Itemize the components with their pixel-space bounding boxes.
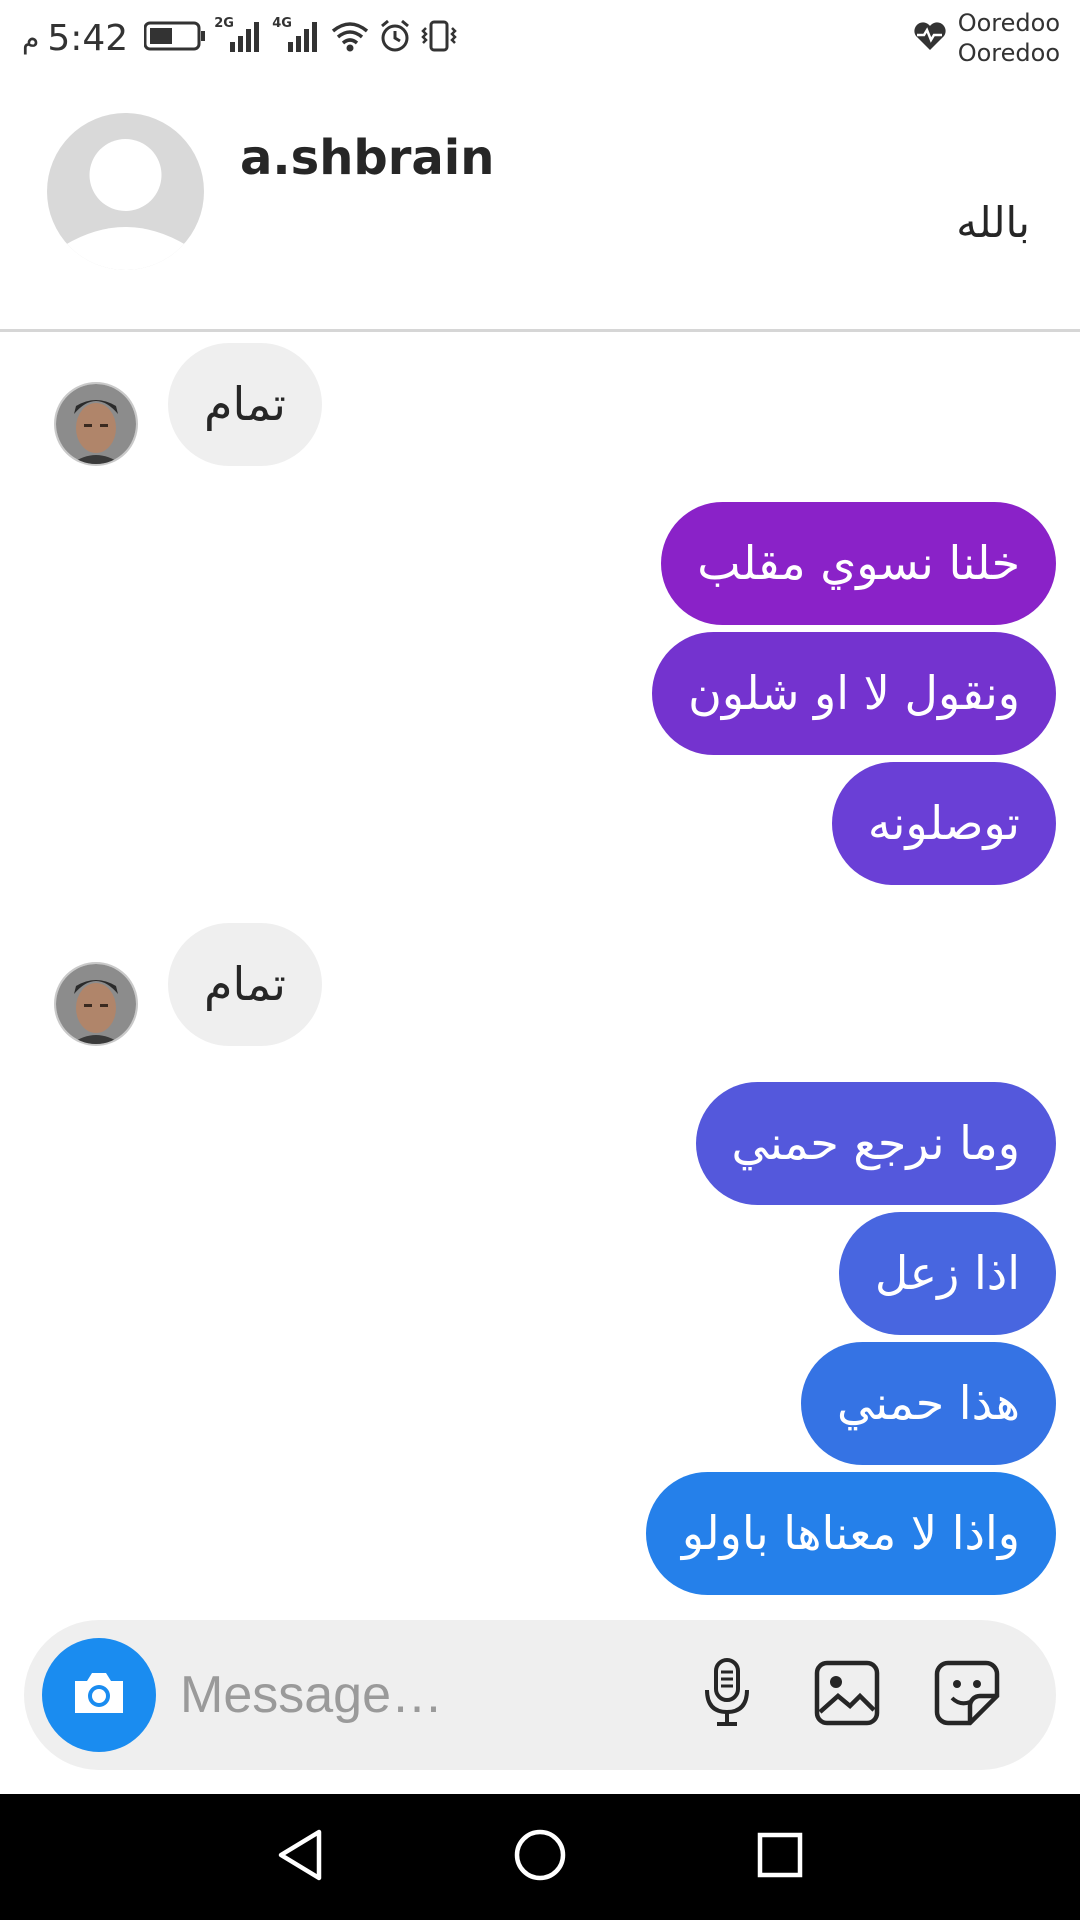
message-bubble-outgoing[interactable]: وما نرجع حمني <box>695 1082 1056 1205</box>
signal-2g-icon: 2G <box>214 16 264 58</box>
chat-username[interactable]: a.shbrain <box>240 130 494 186</box>
gallery-icon <box>814 1660 880 1730</box>
wifi-icon <box>330 19 370 57</box>
camera-icon <box>71 1669 127 1721</box>
microphone-icon <box>702 1658 752 1732</box>
status-left: م 5:42 2G 4G <box>22 14 458 62</box>
signal-4g-icon: 4G <box>272 16 322 58</box>
status-ampm: م <box>22 21 40 55</box>
sender-avatar[interactable] <box>54 382 138 466</box>
battery-icon <box>143 21 206 55</box>
status-time: 5:42 <box>47 17 129 59</box>
profile-avatar[interactable] <box>47 113 204 270</box>
status-bar: م 5:42 2G 4G Ooredoo Ooredoo <box>0 0 1080 80</box>
home-icon <box>513 1828 567 1886</box>
sender-avatar[interactable] <box>54 962 138 1046</box>
recents-icon <box>755 1830 805 1884</box>
heart-pulse-icon <box>912 20 948 56</box>
carrier-2: Ooredoo <box>957 39 1060 67</box>
microphone-button[interactable] <box>692 1658 762 1732</box>
message-bubble-outgoing[interactable]: هذا حمني <box>800 1342 1056 1465</box>
vibrate-icon <box>420 19 458 57</box>
message-bubble-outgoing[interactable]: اذا زعل <box>838 1212 1056 1335</box>
status-right: Ooredoo Ooredoo <box>912 8 1060 68</box>
sticker-icon <box>934 1660 1000 1730</box>
message-bubble-incoming[interactable]: تمام <box>168 343 322 466</box>
message-bubble-outgoing[interactable]: توصلونه <box>831 762 1056 885</box>
back-icon <box>275 1828 325 1886</box>
chat-header: a.shbrain بالله <box>0 80 1080 332</box>
message-bubble-outgoing[interactable]: ونقول لا او شلون <box>652 632 1056 755</box>
message-bubble-incoming[interactable]: تمام <box>168 923 322 1046</box>
signal-4g-label: 4G <box>272 16 292 31</box>
camera-button[interactable] <box>42 1638 156 1752</box>
chat-subtitle: بالله <box>956 198 1030 247</box>
system-nav-bar <box>0 1794 1080 1920</box>
alarm-icon <box>378 19 412 57</box>
back-button[interactable] <box>265 1822 335 1892</box>
carrier-names: Ooredoo Ooredoo <box>958 8 1060 68</box>
message-bubble-outgoing[interactable]: خلنا نسوي مقلب <box>661 502 1056 625</box>
message-composer <box>24 1620 1056 1770</box>
home-button[interactable] <box>505 1822 575 1892</box>
gallery-button[interactable] <box>812 1660 882 1730</box>
message-input[interactable] <box>180 1660 660 1730</box>
signal-2g-label: 2G <box>214 16 234 31</box>
recents-button[interactable] <box>745 1822 815 1892</box>
message-bubble-outgoing[interactable]: واذا لا معناها باولو <box>645 1472 1056 1595</box>
sticker-button[interactable] <box>932 1660 1002 1730</box>
carrier-1: Ooredoo <box>957 9 1060 37</box>
